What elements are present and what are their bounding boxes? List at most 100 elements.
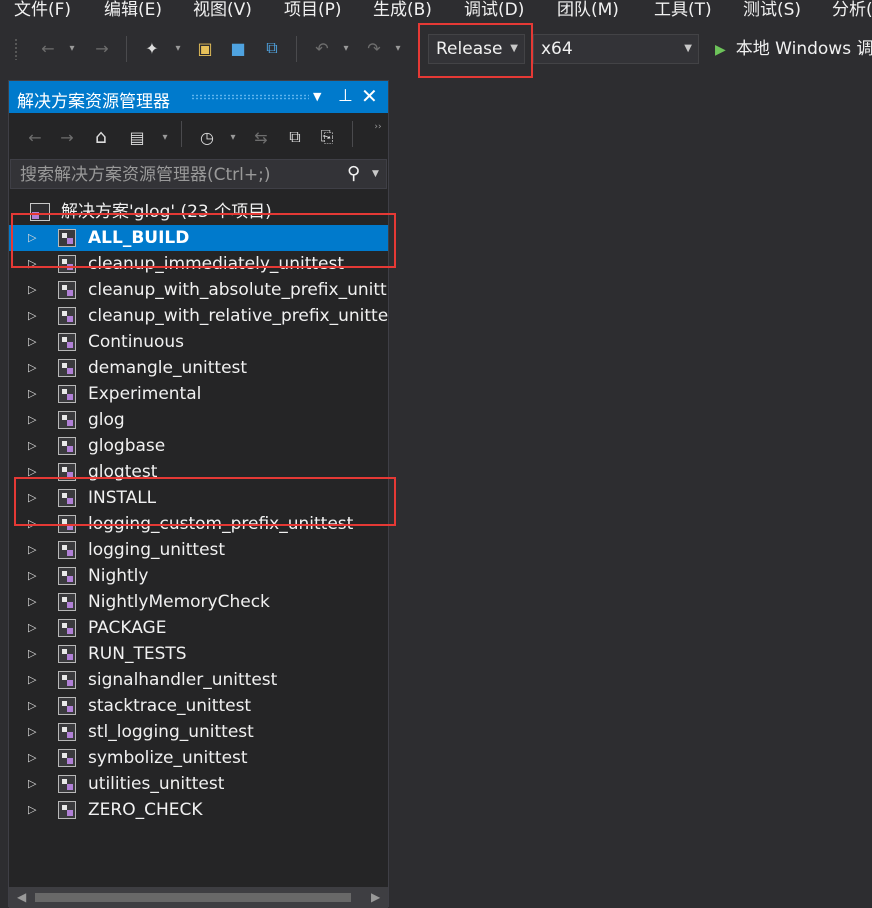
horizontal-scrollbar[interactable]: ◀ ▶ (9, 887, 388, 908)
project-node[interactable]: ▷ utilities_unittest (9, 771, 388, 797)
expand-arrow-icon[interactable]: ▷ (28, 303, 42, 329)
new-project-dropdown-icon[interactable]: ▾ (172, 36, 184, 60)
project-node[interactable]: ▷ Nightly (9, 563, 388, 589)
project-node[interactable]: ▷ cleanup_with_absolute_prefix_unitt (9, 277, 388, 303)
project-node[interactable]: ▷ ZERO_CHECK (9, 797, 388, 823)
expand-arrow-icon[interactable]: ▷ (28, 433, 42, 459)
project-node[interactable]: ▷ glog (9, 407, 388, 433)
expand-arrow-icon[interactable]: ▷ (28, 615, 42, 641)
menu-analyze[interactable]: 分析( (832, 0, 872, 22)
back-dropdown-icon[interactable]: ▾ (66, 36, 78, 60)
project-label: ZERO_CHECK (88, 800, 203, 820)
collapse-all-icon[interactable]: ⧉ (283, 125, 307, 149)
redo-icon[interactable]: ↷ (362, 36, 386, 60)
show-all-files-icon[interactable]: ⎘ (315, 125, 339, 149)
menu-file[interactable]: 文件(F) (14, 0, 71, 22)
close-icon[interactable]: ✕ (361, 84, 378, 108)
menu-edit[interactable]: 编辑(E) (104, 0, 162, 22)
menu-build[interactable]: 生成(B) (373, 0, 432, 22)
project-node[interactable]: ▷ stl_logging_unittest (9, 719, 388, 745)
project-label: demangle_unittest (88, 358, 248, 378)
expand-arrow-icon[interactable]: ▷ (28, 329, 42, 355)
solution-explorer-titlebar[interactable]: 解决方案资源管理器 ▼ ⊥ ✕ (9, 81, 388, 113)
highlight-box-config (418, 23, 533, 78)
project-icon (58, 333, 76, 351)
search-input[interactable] (11, 160, 352, 190)
menu-team[interactable]: 团队(M) (557, 0, 619, 22)
menu-tools[interactable]: 工具(T) (654, 0, 712, 22)
project-node[interactable]: ▷ demangle_unittest (9, 355, 388, 381)
start-debugging-button[interactable]: ▶ 本地 Windows 调 (715, 36, 872, 62)
sync-with-document-icon[interactable]: ⇆ (249, 125, 273, 149)
expand-arrow-icon[interactable]: ▷ (28, 589, 42, 615)
switch-views-icon[interactable]: ▤ (125, 125, 149, 149)
project-icon (58, 775, 76, 793)
expand-arrow-icon[interactable]: ▷ (28, 537, 42, 563)
expand-arrow-icon[interactable]: ▷ (28, 693, 42, 719)
menu-test[interactable]: 测试(S) (743, 0, 801, 22)
pending-changes-filter-icon[interactable]: ◷ (195, 125, 219, 149)
expand-arrow-icon[interactable]: ▷ (28, 407, 42, 433)
open-folder-icon[interactable]: ▣ (193, 36, 217, 60)
expand-arrow-icon[interactable]: ▷ (28, 719, 42, 745)
new-project-icon[interactable]: ✦ (140, 36, 164, 60)
titlebar-grip (191, 94, 309, 100)
expand-arrow-icon[interactable]: ▷ (28, 797, 42, 823)
project-node[interactable]: ▷ logging_unittest (9, 537, 388, 563)
project-label: signalhandler_unittest (88, 670, 278, 690)
solution-explorer-toolbar: ← → ⌂ ▤ ▾ ◷ ▾ ⇆ ⧉ ⎘ ›› (9, 115, 388, 159)
project-node[interactable]: ▷ Continuous (9, 329, 388, 355)
project-icon (58, 567, 76, 585)
project-node[interactable]: ▷ RUN_TESTS (9, 641, 388, 667)
project-icon (58, 619, 76, 637)
forward-icon[interactable]: → (90, 36, 114, 60)
scrollbar-thumb[interactable] (35, 893, 351, 902)
project-node[interactable]: ▷ stacktrace_unittest (9, 693, 388, 719)
project-label: glog (88, 410, 125, 430)
project-node[interactable]: ▷ Experimental (9, 381, 388, 407)
back-icon[interactable]: ← (23, 125, 47, 149)
toolbar-grip[interactable] (14, 38, 18, 60)
expand-arrow-icon[interactable]: ▷ (28, 771, 42, 797)
project-node[interactable]: ▷ signalhandler_unittest (9, 667, 388, 693)
project-node[interactable]: ▷ NightlyMemoryCheck (9, 589, 388, 615)
project-label: glogbase (88, 436, 166, 456)
solution-platform-dropdown[interactable]: x64 ▼ (533, 34, 699, 64)
solution-explorer-search: ⚲ ▼ (10, 159, 387, 190)
expand-arrow-icon[interactable]: ▷ (28, 355, 42, 381)
back-icon[interactable]: ← (36, 36, 60, 60)
expand-arrow-icon[interactable]: ▷ (28, 667, 42, 693)
project-node[interactable]: ▷ PACKAGE (9, 615, 388, 641)
filter-dropdown-icon[interactable]: ▾ (227, 125, 239, 149)
undo-dropdown-icon[interactable]: ▾ (340, 36, 352, 60)
home-icon[interactable]: ⌂ (89, 125, 113, 149)
highlight-box-install (14, 477, 396, 526)
menu-debug[interactable]: 调试(D) (464, 0, 524, 22)
project-node[interactable]: ▷ cleanup_with_relative_prefix_unitte (9, 303, 388, 329)
project-label: Continuous (88, 332, 185, 352)
expand-arrow-icon[interactable]: ▷ (28, 745, 42, 771)
save-all-icon[interactable]: ⧉ (260, 36, 284, 60)
forward-icon[interactable]: → (55, 125, 79, 149)
expand-arrow-icon[interactable]: ▷ (28, 563, 42, 589)
undo-icon[interactable]: ↶ (310, 36, 334, 60)
scroll-left-icon[interactable]: ◀ (17, 890, 26, 904)
menu-view[interactable]: 视图(V) (193, 0, 252, 22)
expand-arrow-icon[interactable]: ▷ (28, 641, 42, 667)
search-icon[interactable]: ⚲ (347, 163, 360, 184)
expand-arrow-icon[interactable]: ▷ (28, 381, 42, 407)
pin-icon[interactable]: ⊥ (338, 86, 353, 106)
switch-views-dropdown-icon[interactable]: ▾ (159, 125, 171, 149)
toolbar-overflow-icon[interactable]: ›› (372, 115, 384, 139)
project-node[interactable]: ▷ symbolize_unittest (9, 745, 388, 771)
project-label: cleanup_with_relative_prefix_unitte (88, 306, 388, 326)
project-node[interactable]: ▷ glogbase (9, 433, 388, 459)
menu-project[interactable]: 项目(P) (284, 0, 342, 22)
save-icon[interactable]: ■ (226, 36, 250, 60)
window-position-dropdown-icon[interactable]: ▼ (313, 90, 321, 103)
redo-dropdown-icon[interactable]: ▾ (392, 36, 404, 60)
scroll-right-icon[interactable]: ▶ (371, 890, 380, 904)
search-options-dropdown-icon[interactable]: ▼ (372, 169, 379, 179)
project-icon (58, 697, 76, 715)
expand-arrow-icon[interactable]: ▷ (28, 277, 42, 303)
